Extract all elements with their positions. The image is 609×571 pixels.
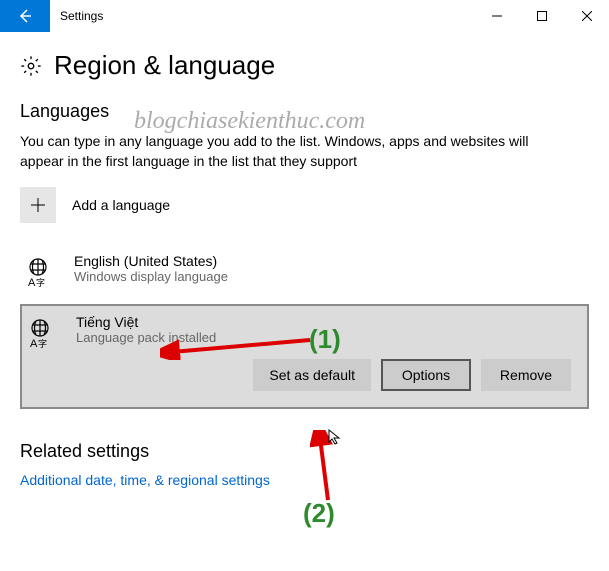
language-subtitle: Windows display language [74, 269, 583, 284]
titlebar: Settings [0, 0, 609, 32]
minimize-button[interactable] [474, 0, 519, 32]
add-language-label: Add a language [72, 197, 170, 213]
language-subtitle: Language pack installed [76, 330, 581, 345]
language-item[interactable]: A字 English (United States) Windows displ… [20, 245, 589, 298]
page-title: Region & language [54, 50, 275, 81]
languages-description: You can type in any language you add to … [20, 132, 540, 171]
related-settings-title: Related settings [20, 441, 589, 462]
maximize-button[interactable] [519, 0, 564, 32]
language-name: English (United States) [74, 253, 583, 269]
svg-text:字: 字 [38, 338, 47, 349]
window-title: Settings [50, 9, 474, 23]
gear-icon [20, 55, 42, 77]
add-language-button[interactable]: Add a language [20, 187, 589, 223]
svg-text:字: 字 [36, 277, 45, 288]
language-icon: A字 [26, 256, 60, 290]
plus-icon [20, 187, 56, 223]
language-name: Tiếng Việt [76, 314, 581, 330]
additional-settings-link[interactable]: Additional date, time, & regional settin… [20, 472, 589, 488]
close-button[interactable] [564, 0, 609, 32]
language-item-selected[interactable]: A字 Tiếng Việt Language pack installed Se… [20, 304, 589, 409]
set-default-button[interactable]: Set as default [253, 359, 371, 391]
languages-section-label: Languages [20, 101, 589, 122]
options-button[interactable]: Options [381, 359, 471, 391]
arrow-left-icon [17, 8, 33, 24]
page-header: Region & language [20, 50, 589, 81]
window-controls [474, 0, 609, 32]
remove-button[interactable]: Remove [481, 359, 571, 391]
back-button[interactable] [0, 0, 50, 32]
language-icon: A字 [28, 317, 62, 351]
svg-text:A: A [28, 277, 36, 289]
svg-text:A: A [30, 338, 38, 350]
